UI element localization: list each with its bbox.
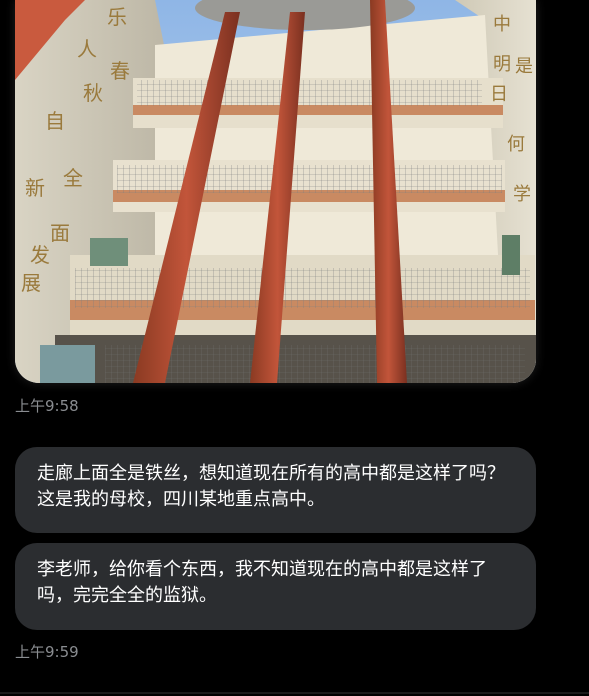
svg-text:全: 全 (63, 166, 83, 190)
message-text: 李老师，给你看个东西，我不知道现在的高中都是这样了吗，完完全全的监狱。 (37, 559, 487, 606)
svg-text:新: 新 (25, 176, 45, 200)
message-bubble[interactable]: 李老师，给你看个东西，我不知道现在的高中都是这样了吗，完完全全的监狱。 (15, 543, 536, 630)
svg-text:学: 学 (513, 184, 531, 205)
svg-text:人: 人 (77, 37, 97, 61)
svg-text:自: 自 (45, 109, 65, 133)
divider (0, 692, 589, 694)
svg-text:乐: 乐 (107, 5, 127, 29)
svg-text:中: 中 (493, 14, 511, 35)
school-building-photo: 乐 人 春 秋 自 全 新 面 发 展 中 明 是 日 何 学 (15, 0, 536, 383)
svg-text:是: 是 (515, 56, 533, 77)
svg-text:秋: 秋 (83, 81, 103, 105)
svg-text:面: 面 (50, 221, 70, 245)
svg-text:发: 发 (30, 243, 50, 267)
message-bubble[interactable]: 走廊上面全是铁丝，想知道现在所有的高中都是这样了吗？这是我的母校，四川某地重点高… (15, 447, 536, 533)
message-timestamp: 上午9:58 (15, 397, 79, 415)
svg-text:明: 明 (493, 54, 511, 75)
message-text: 走廊上面全是铁丝，想知道现在所有的高中都是这样了吗？这是我的母校，四川某地重点高… (37, 463, 505, 510)
svg-text:春: 春 (110, 59, 130, 83)
svg-text:何: 何 (507, 134, 525, 155)
message-timestamp: 上午9:59 (15, 643, 79, 661)
message-photo[interactable]: 乐 人 春 秋 自 全 新 面 发 展 中 明 是 日 何 学 (15, 0, 536, 383)
svg-text:日: 日 (490, 84, 508, 105)
svg-text:展: 展 (21, 271, 41, 295)
